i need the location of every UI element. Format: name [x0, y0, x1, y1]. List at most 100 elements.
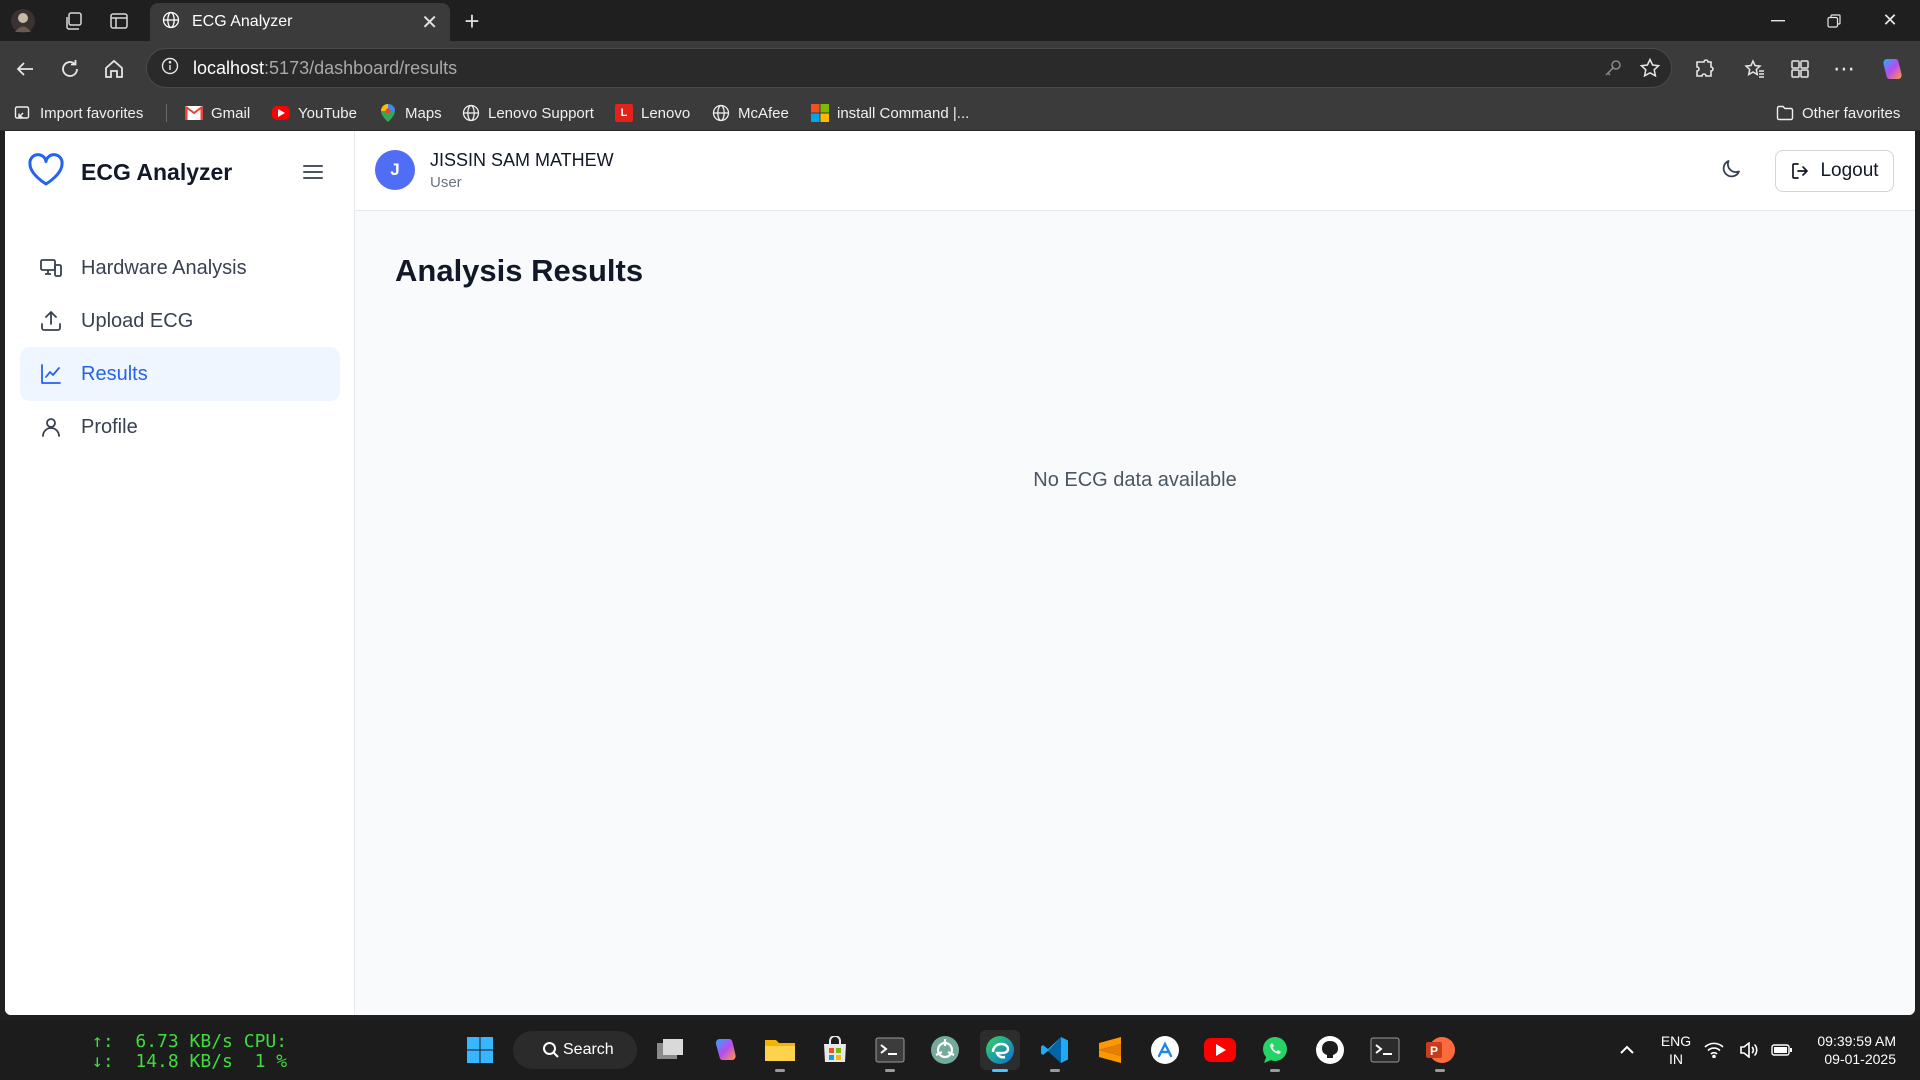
home-icon[interactable] — [99, 54, 129, 84]
search-icon — [542, 1041, 560, 1064]
wifi-icon[interactable] — [1702, 1030, 1726, 1070]
sidebar-item-results[interactable]: Results — [20, 347, 340, 401]
extensions-icon[interactable] — [1689, 54, 1719, 84]
bookmark-label: install Command |... — [837, 104, 970, 122]
close-window-icon[interactable]: ✕ — [1862, 0, 1918, 41]
bookmark-lenovo-support[interactable]: Lenovo Support — [462, 95, 594, 131]
app-store-icon[interactable] — [1145, 1030, 1185, 1070]
battery-icon[interactable] — [1770, 1030, 1794, 1070]
bookmark-gmail[interactable]: Gmail — [185, 95, 250, 131]
restore-icon[interactable] — [1806, 0, 1862, 41]
copilot-app-icon[interactable] — [705, 1030, 745, 1070]
globe-icon — [162, 11, 180, 34]
favorite-star-icon[interactable] — [1639, 57, 1661, 84]
language-code: ENG — [1660, 1033, 1692, 1049]
bookmark-youtube[interactable]: YouTube — [272, 95, 357, 131]
powerpoint-icon[interactable]: P — [1420, 1030, 1460, 1072]
copilot-icon[interactable] — [1877, 54, 1907, 84]
avatar[interactable]: J — [375, 150, 415, 190]
file-explorer-icon[interactable] — [760, 1030, 800, 1072]
user-role: User — [430, 174, 462, 191]
volume-icon[interactable] — [1737, 1030, 1761, 1070]
bookmark-label: Import favorites — [40, 104, 144, 122]
globe-icon — [462, 104, 480, 122]
edge-browser-icon[interactable] — [980, 1030, 1020, 1072]
url-path: :5173/dashboard/results — [264, 57, 458, 78]
task-view-icon[interactable] — [650, 1030, 690, 1070]
running-indicator — [1435, 1069, 1445, 1072]
bookmark-install-command[interactable]: install Command |... — [811, 95, 969, 131]
back-icon[interactable] — [10, 54, 40, 84]
new-tab-icon[interactable]: + — [459, 6, 485, 36]
whatsapp-icon[interactable] — [1255, 1030, 1295, 1072]
chevron-up-icon[interactable] — [1607, 1030, 1647, 1070]
line-chart-icon — [39, 362, 63, 386]
net-upload: 6.73 KB/s — [135, 1031, 233, 1052]
bookmark-label: Maps — [405, 104, 442, 122]
globe-icon — [712, 104, 730, 122]
sidebar-item-label: Upload ECG — [81, 309, 194, 332]
close-tab-icon[interactable]: ✕ — [421, 10, 438, 35]
system-clock[interactable]: 09:39:59 AM 09-01-2025 — [1800, 1032, 1896, 1068]
dark-mode-toggle[interactable] — [1713, 153, 1749, 189]
bookmark-label: Other favorites — [1802, 104, 1901, 122]
bookmark-mcafee[interactable]: McAfee — [712, 95, 789, 131]
taskbar-search[interactable]: Search — [513, 1031, 637, 1069]
start-button[interactable] — [460, 1030, 500, 1070]
profile-avatar-icon[interactable] — [10, 8, 36, 34]
github-icon[interactable] — [1310, 1030, 1350, 1070]
logout-button[interactable]: Logout — [1775, 150, 1894, 192]
cpu-label: CPU: — [243, 1031, 288, 1052]
folder-icon — [1776, 104, 1794, 122]
moon-icon — [1719, 157, 1743, 186]
microsoft-store-icon[interactable] — [815, 1030, 855, 1070]
sidebar-item-upload-ecg[interactable]: Upload ECG — [20, 294, 340, 348]
password-key-icon[interactable] — [1603, 58, 1623, 83]
terminal-icon[interactable] — [870, 1030, 910, 1072]
youtube-app-icon[interactable] — [1200, 1030, 1240, 1070]
bookmark-maps[interactable]: Maps — [379, 95, 442, 131]
browser-toolbar: localhost:5173/dashboard/results ⋯ — [0, 41, 1920, 95]
tab-actions-icon[interactable] — [106, 8, 132, 34]
browser-tab-active[interactable]: ECG Analyzer ✕ — [150, 3, 450, 41]
menu-icon[interactable] — [298, 157, 328, 187]
search-label: Search — [563, 1041, 614, 1058]
network-monitor: ↑: 6.73 KB/s CPU: ↓: 14.8 KB/s 1 % — [92, 1031, 288, 1072]
svg-text:P: P — [1430, 1044, 1438, 1058]
brand[interactable]: ECG Analyzer — [27, 151, 232, 193]
gmail-icon — [185, 104, 203, 122]
running-indicator — [1270, 1069, 1280, 1072]
vscode-icon[interactable] — [1035, 1030, 1075, 1072]
language-indicator[interactable]: ENG IN — [1658, 1032, 1694, 1068]
active-indicator — [992, 1069, 1008, 1072]
sidebar-item-hardware-analysis[interactable]: Hardware Analysis — [20, 241, 340, 295]
page-title: Analysis Results — [395, 253, 644, 288]
refresh-icon[interactable] — [55, 54, 85, 84]
url-host: localhost — [193, 57, 265, 78]
sidebar: ECG Analyzer Hardware Analysis Upload EC… — [5, 131, 355, 1015]
bookmark-label: YouTube — [298, 104, 357, 122]
browser-titlebar: ECG Analyzer ✕ + ✕ — [0, 0, 1920, 41]
command-prompt-icon[interactable] — [1365, 1030, 1405, 1070]
clock-date: 09-01-2025 — [1824, 1051, 1896, 1067]
region-code: IN — [1669, 1051, 1683, 1067]
bookmark-label: Lenovo — [641, 104, 691, 122]
collections-icon[interactable] — [1785, 54, 1815, 84]
favorites-icon[interactable] — [1740, 54, 1770, 84]
bookmark-lenovo[interactable]: L Lenovo — [615, 95, 690, 131]
sidebar-item-profile[interactable]: Profile — [20, 400, 340, 454]
site-info-icon[interactable] — [161, 57, 179, 80]
sublime-text-icon[interactable] — [1090, 1030, 1130, 1070]
maps-icon — [379, 104, 397, 122]
bookmark-other-favorites[interactable]: Other favorites — [1776, 95, 1900, 131]
more-options-icon[interactable]: ⋯ — [1829, 54, 1859, 84]
address-bar[interactable]: localhost:5173/dashboard/results — [146, 48, 1672, 88]
bookmarks-bar: Import favorites Gmail YouTube Maps Leno… — [0, 95, 1920, 131]
bookmark-import-favorites[interactable]: Import favorites — [14, 95, 143, 131]
main-content: Analysis Results No ECG data available — [355, 211, 1915, 1015]
chatgpt-icon[interactable] — [925, 1030, 965, 1070]
bookmark-divider — [166, 104, 167, 122]
bookmark-label: Gmail — [211, 104, 251, 122]
minimize-icon[interactable] — [1750, 0, 1806, 41]
workspaces-icon[interactable] — [61, 8, 87, 34]
